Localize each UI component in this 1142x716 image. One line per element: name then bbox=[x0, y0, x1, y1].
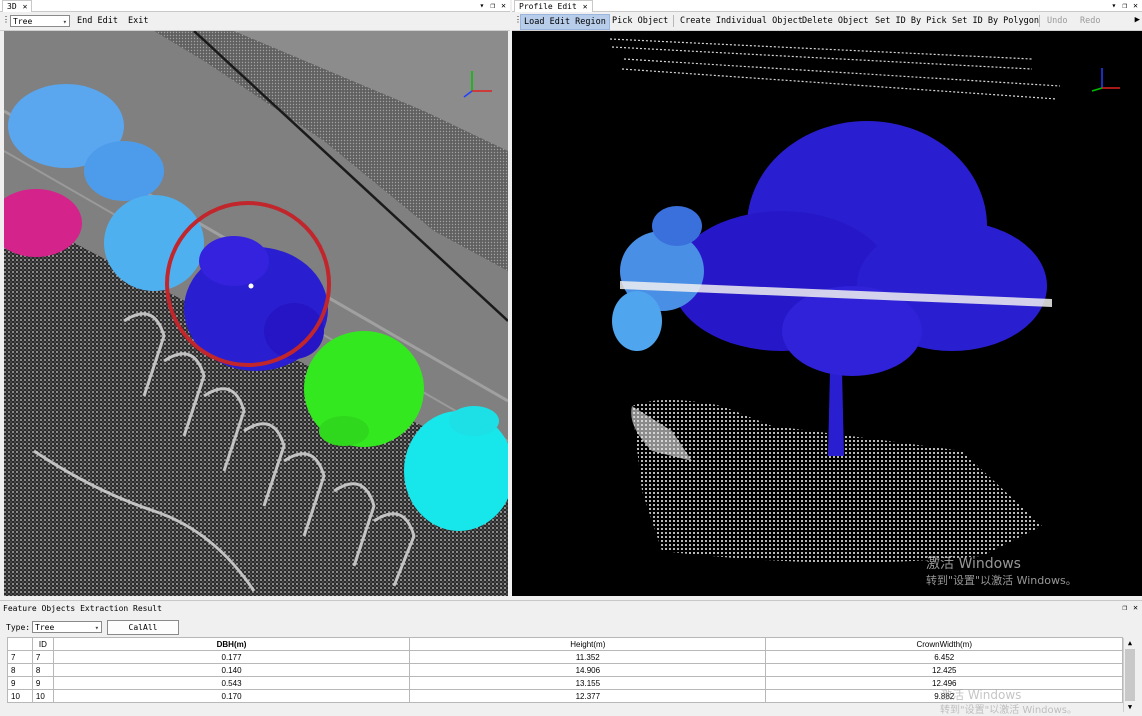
type-select[interactable]: Tree ▾ bbox=[10, 15, 70, 27]
column-header-crownwidth[interactable]: CrownWidth(m) bbox=[765, 637, 1123, 651]
scroll-up-icon[interactable]: ▲ bbox=[1124, 638, 1136, 648]
tab-profile-edit-label: Profile Edit bbox=[519, 2, 577, 11]
cell-id: 8 bbox=[31, 663, 54, 677]
row-header: 10 bbox=[7, 689, 33, 703]
left-toolbar: ⋮ Tree ▾ End Edit Exit bbox=[0, 12, 510, 31]
tree-green bbox=[304, 331, 424, 447]
toolbar-separator bbox=[673, 15, 674, 27]
activation-watermark-title: 激活 Windows bbox=[926, 556, 1021, 572]
delete-object-button[interactable]: Delete Object bbox=[799, 14, 872, 28]
close-icon[interactable]: ✕ bbox=[501, 1, 506, 10]
column-header-dbh[interactable]: DBH(m) bbox=[52, 637, 411, 651]
cell-id: 10 bbox=[31, 689, 54, 703]
toolbar-separator bbox=[1039, 15, 1040, 27]
tab-profile-edit[interactable]: Profile Edit ✕ bbox=[514, 0, 593, 12]
result-panel: Feature Objects Extraction Result ❐ ✕ Typ… bbox=[0, 600, 1142, 716]
set-id-by-polygon-button[interactable]: Set ID By Polygon bbox=[949, 14, 1042, 28]
cell-id: 7 bbox=[31, 650, 54, 664]
create-individual-object-button[interactable]: Create Individual Object bbox=[677, 14, 806, 28]
close-icon[interactable]: ✕ bbox=[23, 2, 28, 11]
dropdown-icon[interactable]: ▾ bbox=[1112, 1, 1117, 10]
load-edit-region-button[interactable]: Load Edit Region bbox=[520, 14, 610, 30]
scroll-thumb[interactable] bbox=[1125, 649, 1135, 701]
close-icon[interactable]: ✕ bbox=[1133, 603, 1138, 612]
set-id-by-pick-button[interactable]: Set ID By Pick bbox=[872, 14, 950, 28]
result-type-select[interactable]: Tree ▾ bbox=[32, 621, 102, 633]
left-window-controls: ▾ ❐ ✕ bbox=[474, 0, 506, 11]
table-row[interactable]: 8 8 0.140 14.906 12.425 bbox=[7, 663, 1123, 677]
type-label: Type: bbox=[6, 623, 31, 632]
restore-icon[interactable]: ❐ bbox=[490, 1, 495, 10]
end-edit-button[interactable]: End Edit bbox=[74, 14, 121, 28]
undo-button[interactable]: Undo bbox=[1044, 14, 1070, 28]
dropdown-icon[interactable]: ▾ bbox=[480, 1, 485, 10]
redo-button[interactable]: Redo bbox=[1077, 14, 1103, 28]
scroll-down-icon[interactable]: ▼ bbox=[1124, 702, 1136, 712]
right-window-controls: ▾ ❐ ✕ bbox=[1106, 0, 1138, 11]
tree-trunk bbox=[828, 371, 844, 456]
restore-icon[interactable]: ❐ bbox=[1122, 1, 1127, 10]
column-header-height[interactable]: Height(m) bbox=[409, 637, 767, 651]
row-header: 8 bbox=[7, 663, 33, 677]
pick-object-button[interactable]: Pick Object bbox=[609, 14, 671, 28]
calall-button[interactable]: CalAll bbox=[107, 620, 179, 635]
cell-height: 14.906 bbox=[409, 663, 767, 677]
right-toolbar: ⋮ Load Edit Region Pick Object Create In… bbox=[512, 12, 1142, 31]
left-tab-bar: 3D ✕ ▾ ❐ ✕ bbox=[0, 0, 510, 12]
cell-id: 9 bbox=[31, 676, 54, 690]
cell-crownwidth: 6.452 bbox=[765, 650, 1123, 664]
row-header: 7 bbox=[7, 650, 33, 664]
tab-3d-label: 3D bbox=[7, 2, 17, 11]
cell-dbh: 0.140 bbox=[52, 663, 411, 677]
chevron-down-icon: ▾ bbox=[62, 18, 67, 26]
cell-height: 12.377 bbox=[409, 689, 767, 703]
3d-point-cloud-view[interactable] bbox=[4, 31, 508, 596]
row-header: 9 bbox=[7, 676, 33, 690]
profile-scene bbox=[512, 31, 1142, 596]
cell-crownwidth: 12.425 bbox=[765, 663, 1123, 677]
right-tab-bar: Profile Edit ✕ ▾ ❐ ✕ bbox=[512, 0, 1142, 12]
close-icon[interactable]: ✕ bbox=[583, 2, 588, 11]
cell-dbh: 0.170 bbox=[52, 689, 411, 703]
column-header-id[interactable]: ID bbox=[31, 637, 54, 651]
cell-height: 11.352 bbox=[409, 650, 767, 664]
result-panel-title: Feature Objects Extraction Result bbox=[3, 604, 162, 613]
tab-3d[interactable]: 3D ✕ bbox=[2, 0, 33, 12]
cell-dbh: 0.177 bbox=[52, 650, 411, 664]
3d-scene bbox=[4, 31, 508, 596]
table-scrollbar[interactable]: ▲ ▼ bbox=[1123, 638, 1136, 712]
table-header-row: ID DBH(m) Height(m) CrownWidth(m) bbox=[7, 637, 1123, 651]
profile-point-cloud-view[interactable]: 激活 Windows 转到"设置"以激活 Windows。 bbox=[512, 31, 1142, 596]
chevron-down-icon: ▾ bbox=[94, 624, 99, 632]
restore-icon[interactable]: ❐ bbox=[1122, 603, 1127, 612]
row-header-corner bbox=[7, 637, 33, 651]
toolbar-overflow-icon[interactable]: ▶ bbox=[1135, 15, 1140, 25]
activation-watermark-subtitle: 转到"设置"以激活 Windows。 bbox=[926, 574, 1077, 587]
result-window-controls: ❐ ✕ bbox=[1116, 602, 1138, 613]
toolbar-grip-icon: ⋮ bbox=[2, 15, 10, 24]
close-icon[interactable]: ✕ bbox=[1133, 1, 1138, 10]
cell-dbh: 0.543 bbox=[52, 676, 411, 690]
cell-height: 13.155 bbox=[409, 676, 767, 690]
exit-button[interactable]: Exit bbox=[125, 14, 151, 28]
table-row[interactable]: 7 7 0.177 11.352 6.452 bbox=[7, 650, 1123, 664]
